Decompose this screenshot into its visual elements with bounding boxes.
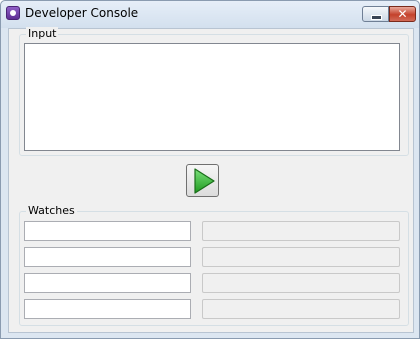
client-area: Input Watches: [8, 27, 414, 333]
watch-value-field-3: [202, 273, 400, 293]
input-group-label: Input: [26, 27, 59, 41]
watch-name-field-1[interactable]: [24, 221, 191, 241]
window-title: Developer Console: [25, 6, 139, 20]
watch-name-field-3[interactable]: [24, 273, 191, 293]
watch-value-field-1: [202, 221, 400, 241]
developer-console-window: Developer Console ✕ Input Watches: [0, 0, 420, 339]
input-group: Input: [19, 27, 409, 156]
watches-group: Watches: [19, 204, 409, 326]
watch-name-field-2[interactable]: [24, 247, 191, 267]
input-textarea[interactable]: [24, 43, 400, 151]
watch-name-field-4[interactable]: [24, 299, 191, 319]
title-bar[interactable]: Developer Console ✕: [1, 1, 419, 28]
app-icon[interactable]: [6, 6, 20, 20]
close-button[interactable]: ✕: [389, 6, 416, 22]
watch-value-field-2: [202, 247, 400, 267]
watches-group-label: Watches: [26, 204, 77, 218]
play-icon: [194, 168, 215, 194]
run-button[interactable]: [186, 164, 219, 197]
minimize-button[interactable]: [362, 6, 389, 22]
watch-value-field-4: [202, 299, 400, 319]
